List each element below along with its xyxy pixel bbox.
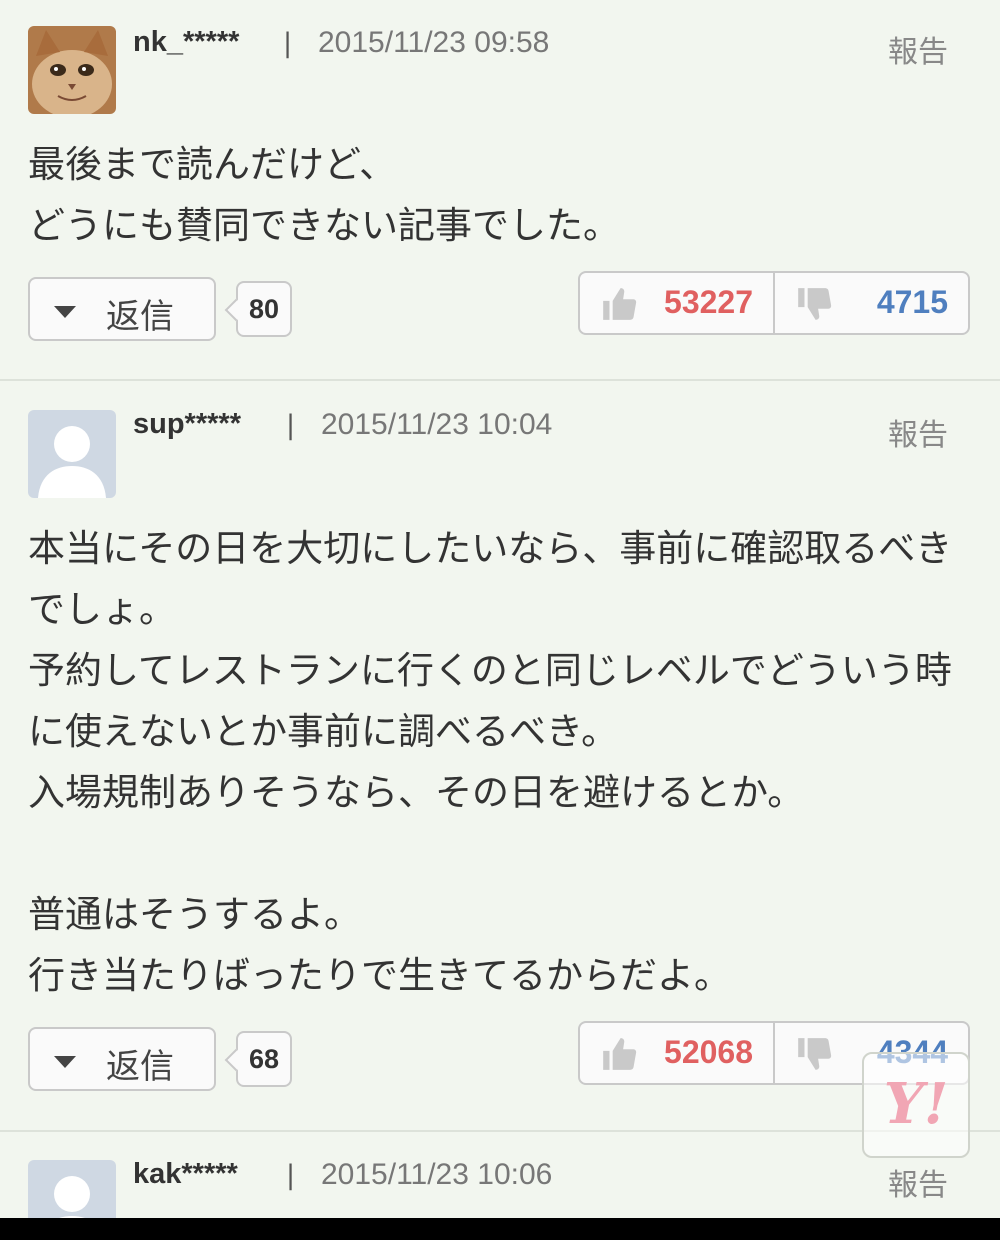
dislike-count: 4715 xyxy=(876,284,948,320)
avatar[interactable] xyxy=(28,1160,116,1218)
username[interactable]: sup***** xyxy=(133,408,241,441)
reply-button[interactable]: 返信 xyxy=(28,1027,216,1091)
like-button[interactable]: 52068 xyxy=(580,1023,775,1083)
thumbs-down-icon xyxy=(798,1038,832,1070)
like-count: 52068 xyxy=(664,1034,753,1070)
timestamp: 2015/11/23 09:58 xyxy=(318,26,550,59)
report-link[interactable]: 報告 xyxy=(888,1160,948,1204)
comment-item: kak***** | 2015/11/23 10:06 報告 xyxy=(0,1132,1000,1218)
username[interactable]: kak***** xyxy=(133,1158,238,1191)
comment-divider xyxy=(0,379,1000,381)
meta-separator: | xyxy=(286,1160,296,1191)
reply-button[interactable]: 返信 xyxy=(28,277,216,341)
meta-separator: | xyxy=(283,28,293,59)
dislike-button[interactable]: 4715 xyxy=(775,273,968,333)
reply-label: 返信 xyxy=(106,297,174,337)
default-user-avatar-icon xyxy=(28,410,116,498)
timestamp: 2015/11/23 10:04 xyxy=(321,408,553,441)
reply-label: 返信 xyxy=(106,1047,174,1087)
thumbs-up-icon xyxy=(603,1038,637,1070)
caret-down-icon xyxy=(54,1056,76,1068)
comment-body: 本当にその日を大切にしたいなら、事前に確認取るべきでしょ。 予約してレストランに… xyxy=(28,527,953,997)
caret-down-icon xyxy=(54,306,76,318)
username[interactable]: nk_***** xyxy=(133,26,239,59)
reply-count-badge: 68 xyxy=(236,1031,292,1087)
like-button[interactable]: 53227 xyxy=(580,273,775,333)
meta-separator: | xyxy=(286,410,296,441)
default-user-avatar-icon xyxy=(28,1160,116,1218)
yahoo-logo-button[interactable]: Y! xyxy=(862,1052,970,1158)
avatar[interactable] xyxy=(28,26,116,114)
cat-avatar-icon xyxy=(28,26,116,114)
thumbs-up-icon xyxy=(603,288,637,320)
vote-buttons: 53227 4715 xyxy=(578,271,970,335)
report-link[interactable]: 報告 xyxy=(888,410,948,454)
timestamp: 2015/11/23 10:06 xyxy=(321,1158,553,1191)
like-count: 53227 xyxy=(664,284,753,320)
comment-item: sup***** | 2015/11/23 10:04 報告 本当にその日を大切… xyxy=(0,382,1000,1130)
comment-body: 最後まで読んだけど、 どうにも賛同できない記事でした。 xyxy=(28,143,620,247)
bottom-bar xyxy=(0,1218,1000,1240)
report-link[interactable]: 報告 xyxy=(888,27,948,71)
avatar[interactable] xyxy=(28,410,116,498)
reply-count-badge: 80 xyxy=(236,281,292,337)
thumbs-down-icon xyxy=(798,288,832,320)
comment-item: nk_***** | 2015/11/23 09:58 報告 最後まで読んだけど… xyxy=(0,0,1000,380)
